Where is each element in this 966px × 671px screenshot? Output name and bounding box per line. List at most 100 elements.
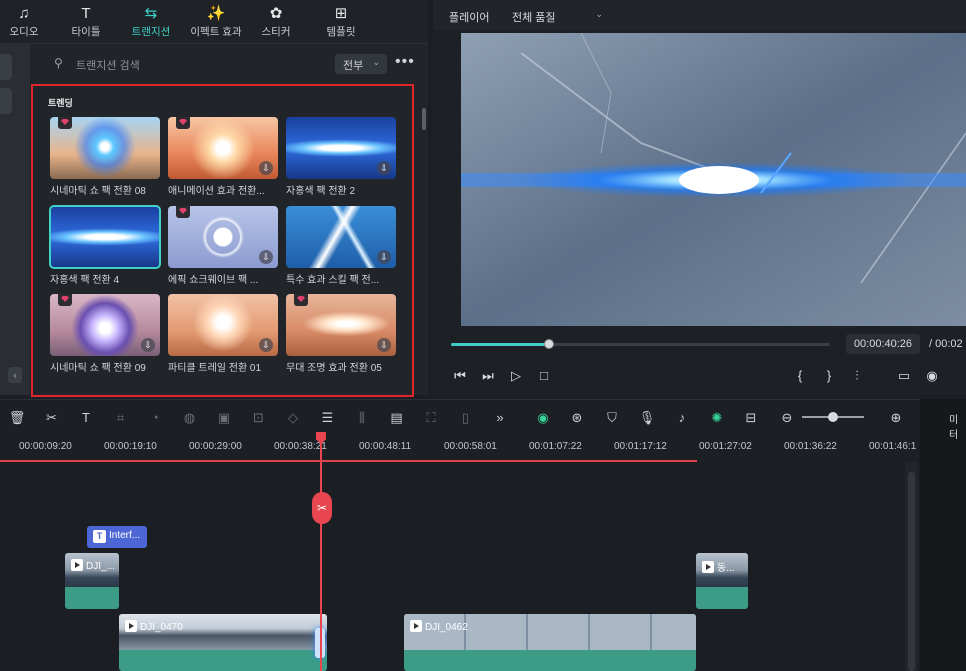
search-input[interactable]: 트랜지션 검색 [76,57,140,73]
adjust-icon[interactable]: ☰ [319,409,337,427]
keyframe-icon[interactable]: ◇ [284,409,302,427]
timeline-ruler[interactable]: 00:00:09:20 00:00:19:10 00:00:29:00 00:00:3… [0,435,918,462]
tab-effects-sparkle[interactable]: ✨ 이펙트 효과 [184,4,248,42]
mask-icon[interactable]: ▣ [215,409,233,427]
more-options-icon[interactable]: ••• [395,53,415,71]
collapse-arrow-icon[interactable]: ‹ [8,367,22,383]
transition-card[interactable]: ⇩ 특수 효과 스킬 팩 전... [286,206,396,288]
transition-card[interactable]: ⇩ 파티클 트레일 전환 01 [168,294,278,376]
sparkle-icon[interactable]: ✺ [708,409,726,427]
download-icon[interactable]: ⇩ [377,161,391,175]
ruler-work-area [0,460,697,462]
transition-card[interactable]: ⇩ 에픽 쇼크웨이브 팩 ... [168,206,278,288]
download-icon[interactable]: ⇩ [259,250,273,264]
transition-thumbnail[interactable]: ⇩ [50,294,160,356]
fit-icon[interactable]: ⊟ [742,409,760,427]
snapshot-icon[interactable]: ◉ [923,367,941,385]
sidebar-item[interactable] [0,54,12,80]
progress-knob[interactable] [544,339,554,349]
audio-wave-icon[interactable]: ⫼ [353,409,371,427]
download-icon[interactable]: ⇩ [141,338,155,352]
timeline-scrollbar[interactable] [905,462,918,671]
zoom-slider-knob[interactable] [828,412,838,422]
transition-card[interactable]: ⇩ 시네마틱 쇼 팩 전환 09 [50,294,160,376]
mark-out-icon[interactable]: } [820,367,838,385]
total-time: / 00:02 [929,338,963,350]
tab-template-grid[interactable]: ⊞ 템플릿 [318,4,364,42]
freeze-icon[interactable]: ⊡ [250,409,268,427]
zoom-in-icon[interactable]: ⊕ [887,409,905,427]
tab-sticker[interactable]: ✿ 스티커 [252,4,300,42]
tab-label: 타이틀 [71,26,101,38]
category-sidebar [0,44,30,395]
mark-in-icon[interactable]: { [791,367,809,385]
play-icon [702,561,714,573]
download-icon[interactable]: ⇩ [377,338,391,352]
filter-dropdown[interactable]: 전부 ⌄ [335,54,387,74]
music-list-icon[interactable]: ♪ [673,409,691,427]
split-scissors-icon[interactable]: ✂ [312,492,332,524]
ruler-tick-label: 00:00:09:20 [19,441,72,452]
more-icon[interactable]: » [491,409,509,427]
transition-card[interactable]: 시네마틱 쇼 팩 전환 08 [50,117,160,199]
text-icon[interactable]: T [77,409,95,427]
video-clip[interactable]: DJI_0470 [119,614,327,671]
ruler-tick-label: 00:00:19:10 [104,441,157,452]
crop-icon[interactable]: ⌗ [112,409,130,427]
speed-icon[interactable]: ◔ [146,409,164,427]
render-icon[interactable]: ⊛ [568,409,586,427]
speech-icon[interactable]: ▤ [388,409,406,427]
transition-card[interactable]: 자홍색 팩 전환 4 [49,205,161,288]
prev-frame-icon[interactable]: ⏮ [451,367,469,385]
stop-icon[interactable]: □ [535,367,553,385]
transition-thumbnail[interactable]: ⇩ [286,117,396,179]
shield-icon[interactable]: ⛉ [603,409,621,427]
transition-card[interactable]: ⇩ 애니메이션 효과 전환... [168,117,278,199]
transition-thumbnail[interactable]: ⇩ [168,206,278,268]
video-clip[interactable]: DJI_... [65,553,119,609]
transition-label: 시네마틱 쇼 팩 전환 09 [50,363,146,374]
delete-icon[interactable]: 🗑 [8,409,26,427]
next-frame-icon[interactable]: ⏭ [479,367,497,385]
split-scissors-icon[interactable]: ✂ [43,409,61,427]
transition-card[interactable]: ⇩ 자홍색 팩 전환 2 [286,117,396,199]
text-clip[interactable]: T Interf... [87,526,147,548]
tab-title-T[interactable]: T 타이틀 [62,4,110,42]
transition-thumbnail[interactable]: ⇩ [286,294,396,356]
color-icon[interactable]: ◍ [181,409,199,427]
transition-label: 특수 효과 스킬 팩 전... [286,275,380,286]
download-icon[interactable]: ⇩ [259,161,273,175]
transition-thumbnail[interactable]: ⇩ [168,294,278,356]
download-icon[interactable]: ⇩ [377,250,391,264]
transition-thumbnail[interactable] [50,117,160,179]
tab-music-note[interactable]: ♫ 오디오 [4,4,44,42]
transition-thumbnail[interactable] [49,205,161,269]
playhead[interactable] [320,433,322,671]
tab-transition-arrows[interactable]: ⇆ 트랜지션 [123,4,179,42]
current-time[interactable]: 00:00:40:26 [846,334,920,354]
motion-icon[interactable]: ⛶ [422,409,440,427]
mic-icon[interactable]: 🎙 [638,409,656,427]
quality-dropdown[interactable]: 전체 품질 ⌄ [509,4,609,26]
transition-card[interactable]: ⇩ 무대 조명 효과 전환 05 [286,294,396,376]
play-icon[interactable]: ▷ [507,367,525,385]
download-icon[interactable]: ⇩ [259,338,273,352]
tab-label: 스티커 [261,26,291,38]
template-grid-icon: ⊞ [334,5,348,22]
sidebar-item[interactable] [0,88,12,114]
video-clip[interactable]: 동... [696,553,748,609]
transition-thumbnail[interactable]: ⇩ [168,117,278,179]
scrollbar-thumb[interactable] [908,472,915,671]
ai-assistant-icon[interactable]: ◉ [534,409,552,427]
panel-scrollbar[interactable] [422,108,426,130]
video-clip[interactable]: DJI_0462 [404,614,696,671]
zoom-out-icon[interactable]: ⊖ [778,409,796,427]
effects-sparkle-icon: ✨ [206,5,226,22]
stretch-icon[interactable]: ▯ [457,409,475,427]
display-icon[interactable]: ▭ [895,367,913,385]
transition-thumbnail[interactable]: ⇩ [286,206,396,268]
transition-label: 애니메이션 효과 전환... [168,186,265,197]
clip-marker-icon[interactable]: ⫶ [848,367,866,385]
ruler-tick-label: 00:01:36:22 [784,441,837,452]
video-preview[interactable] [461,33,966,326]
